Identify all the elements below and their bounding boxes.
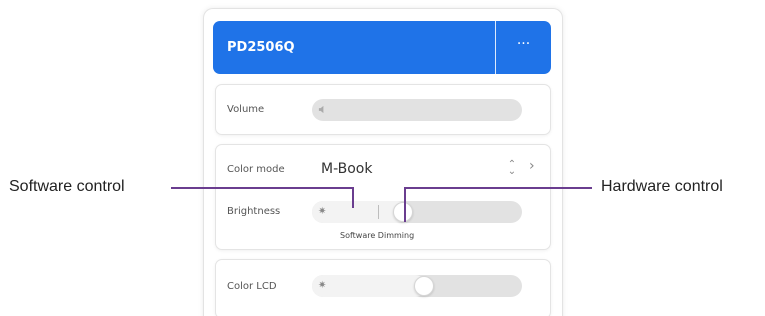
brightness-label: Brightness (227, 206, 281, 217)
hardware-control-annotation: Hardware control (601, 178, 723, 195)
screen: PD2506Q ··· Volume Color mode M-Book ⌃ ⌄ … (0, 0, 765, 316)
volume-label: Volume (227, 104, 265, 115)
device-name: PD2506Q (227, 40, 295, 55)
color-mode-value[interactable]: M-Book (321, 161, 372, 177)
software-hardware-split (378, 205, 379, 219)
color-lcd-knob[interactable] (414, 276, 434, 296)
device-header: PD2506Q ··· (213, 21, 551, 74)
brightness-slider[interactable]: ✷ (312, 201, 522, 223)
sun-icon: ✷ (318, 206, 327, 217)
color-lcd-label: Color LCD (227, 281, 277, 292)
software-control-annotation: Software control (9, 178, 125, 195)
color-lcd-fill (312, 275, 426, 297)
chevron-right-icon[interactable]: › (529, 158, 535, 174)
more-options-button[interactable]: ··· (496, 21, 551, 74)
sun-icon: ✷ (318, 280, 327, 291)
brightness-caption: Software Dimming (340, 231, 415, 240)
updown-arrows-icon[interactable]: ⌃ ⌄ (507, 160, 517, 177)
volume-card: Volume (215, 84, 551, 135)
volume-slider[interactable] (312, 99, 522, 121)
speaker-icon (318, 99, 327, 121)
color-mode-label: Color mode (227, 164, 285, 175)
color-lcd-card: Color LCD ✷ (215, 259, 551, 316)
color-mode-card: Color mode M-Book ⌃ ⌄ › Brightness ✷ Soft… (215, 144, 551, 250)
brightness-knob[interactable] (393, 202, 413, 222)
